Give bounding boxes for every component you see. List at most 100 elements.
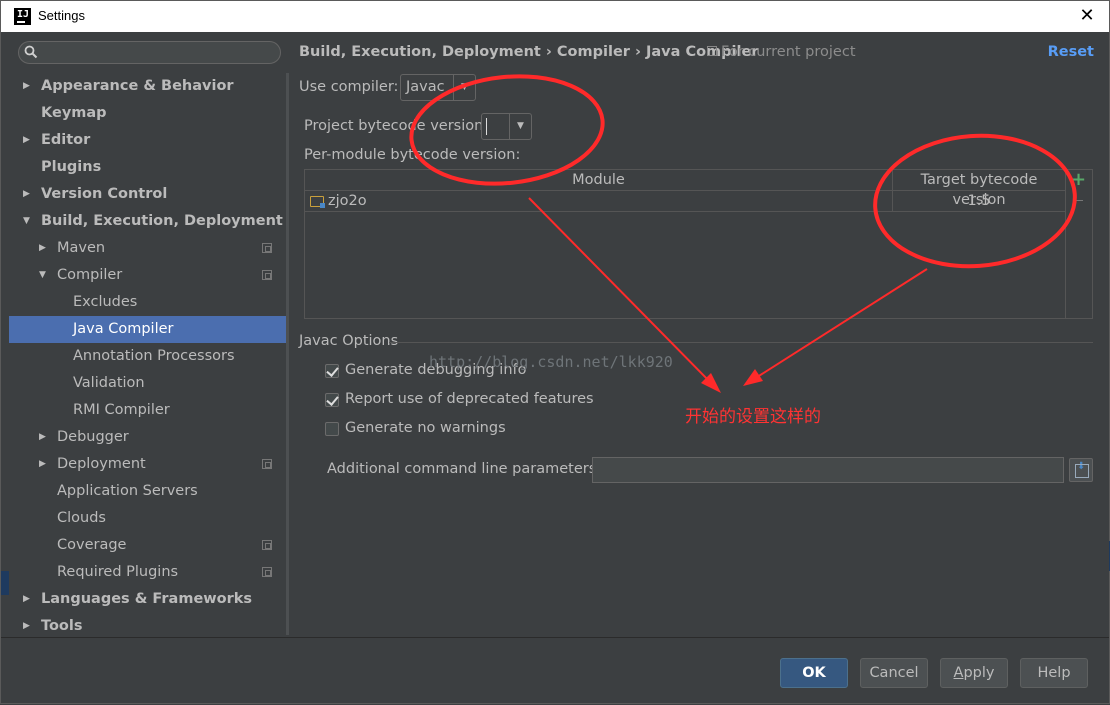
- javac-options-title: Javac Options: [299, 333, 399, 349]
- sidebar-item-label: Compiler: [57, 267, 123, 283]
- cancel-button[interactable]: Cancel: [860, 658, 928, 688]
- sidebar-item-annotation-processors[interactable]: Annotation Processors: [9, 343, 288, 370]
- search-input[interactable]: [18, 41, 281, 64]
- checkbox-checked[interactable]: [325, 364, 339, 378]
- sidebar-item-excludes[interactable]: Excludes: [9, 289, 288, 316]
- sidebar-item-label: Validation: [73, 375, 145, 391]
- module-folder-icon: [310, 196, 325, 208]
- collapsed-arrow-icon[interactable]: ▶: [39, 424, 49, 451]
- project-scope-icon: [262, 270, 272, 280]
- table-toolbar: +: [1066, 169, 1093, 319]
- sidebar-item-build-execution-deployment[interactable]: ▼ Build, Execution, Deployment: [9, 208, 288, 235]
- collapsed-arrow-icon[interactable]: ▶: [23, 613, 33, 640]
- sidebar-item-label: Java Compiler: [73, 321, 174, 337]
- checkbox-checked[interactable]: [325, 393, 339, 407]
- reset-link[interactable]: Reset: [1048, 44, 1094, 60]
- collapsed-arrow-icon[interactable]: ▶: [39, 235, 49, 262]
- sidebar-item-keymap[interactable]: Keymap: [9, 100, 288, 127]
- sidebar-item-plugins[interactable]: Plugins: [9, 154, 288, 181]
- sidebar-item-label: Application Servers: [57, 483, 198, 499]
- apply-button[interactable]: Apply: [940, 658, 1008, 688]
- checkbox-unchecked[interactable]: [325, 422, 339, 436]
- collapsed-arrow-icon[interactable]: ▶: [23, 586, 33, 613]
- collapsed-arrow-icon[interactable]: ▶: [39, 451, 49, 478]
- sidebar-item-languages-frameworks[interactable]: ▶ Languages & Frameworks: [9, 586, 288, 613]
- sidebar-item-application-servers[interactable]: Application Servers: [9, 478, 288, 505]
- annotation-note: 开始的设置这样的: [685, 407, 821, 427]
- params-input[interactable]: [592, 457, 1064, 483]
- per-module-label: Per-module bytecode version:: [304, 147, 521, 163]
- sidebar-item-label: Required Plugins: [57, 564, 179, 580]
- sidebar-item-label: Keymap: [41, 105, 107, 121]
- scope-indicator: For current project: [707, 44, 856, 60]
- project-scope-icon: [262, 243, 272, 253]
- project-scope-icon: [262, 540, 272, 550]
- sidebar-item-editor[interactable]: ▶ Editor: [9, 127, 288, 154]
- settings-sidebar: ▶ Appearance & Behavior Keymap ▶ Editor Plugi…: [9, 33, 296, 640]
- chevron-down-icon: ▼: [509, 114, 531, 139]
- sidebar-item-compiler[interactable]: ▼ Compiler: [9, 262, 288, 289]
- sidebar-item-clouds[interactable]: Clouds: [9, 505, 288, 532]
- expanded-arrow-icon[interactable]: ▼: [23, 208, 33, 235]
- sidebar-item-label: Languages & Frameworks: [41, 591, 253, 607]
- sidebar-item-label: Tools: [41, 618, 83, 634]
- main-panel: Build, Execution, Deployment › Compiler …: [289, 33, 1109, 637]
- expanded-arrow-icon[interactable]: ▼: [39, 262, 49, 289]
- project-bytecode-label: Project bytecode version:: [304, 118, 489, 134]
- scope-label: For current project: [721, 44, 856, 60]
- sidebar-item-label: Plugins: [41, 159, 102, 175]
- sidebar-item-coverage[interactable]: Coverage: [9, 532, 288, 559]
- sidebar-item-label: Coverage: [57, 537, 127, 553]
- intellij-logo-icon: [14, 8, 31, 25]
- help-button[interactable]: Help: [1020, 658, 1088, 688]
- use-compiler-select[interactable]: Javac ▼: [400, 74, 476, 101]
- sidebar-item-version-control[interactable]: ▶ Version Control: [9, 181, 288, 208]
- sidebar-item-validation[interactable]: Validation: [9, 370, 288, 397]
- sidebar-item-label: Excludes: [73, 294, 138, 310]
- sidebar-item-required-plugins[interactable]: Required Plugins: [9, 559, 288, 586]
- sidebar-item-label: Clouds: [57, 510, 106, 526]
- chevron-down-icon: ▼: [453, 75, 475, 100]
- table-row-target[interactable]: 1.5: [893, 191, 1065, 212]
- column-header-target[interactable]: Target bytecode version: [893, 170, 1065, 208]
- sidebar-item-tools[interactable]: ▶ Tools: [9, 613, 288, 640]
- project-bytecode-select[interactable]: ▼: [481, 113, 532, 140]
- sidebar-item-label: Build, Execution, Deployment: [41, 213, 283, 229]
- text-caret: [486, 118, 487, 135]
- watermark: http://blog.csdn.net/lkk920: [429, 353, 673, 371]
- sidebar-item-java-compiler[interactable]: Java Compiler: [9, 316, 288, 343]
- use-compiler-value: Javac: [406, 79, 445, 95]
- project-scope-icon: [262, 567, 272, 577]
- collapsed-arrow-icon[interactable]: ▶: [23, 73, 33, 100]
- sidebar-item-deployment[interactable]: ▶ Deployment: [9, 451, 288, 478]
- close-button[interactable]: ✕: [1077, 6, 1097, 26]
- sidebar-item-label: Deployment: [57, 456, 146, 472]
- sidebar-item-label: Annotation Processors: [73, 348, 235, 364]
- sidebar-item-label: Debugger: [57, 429, 129, 445]
- settings-window: Settings ✕ ▶Appearance & BehaviorKeymap▶…: [0, 0, 1110, 704]
- checkbox-label: Generate no warnings: [345, 420, 506, 436]
- search-icon: [24, 45, 38, 59]
- sidebar-item-label: RMI Compiler: [73, 402, 170, 418]
- collapsed-arrow-icon[interactable]: ▶: [23, 181, 33, 208]
- collapsed-arrow-icon[interactable]: ▶: [23, 127, 33, 154]
- sidebar-item-debugger[interactable]: ▶ Debugger: [9, 424, 288, 451]
- use-compiler-label: Use compiler:: [299, 79, 399, 95]
- project-scope-icon: [262, 459, 272, 469]
- table-row-module[interactable]: zjo2o: [305, 191, 893, 212]
- column-header-module[interactable]: Module: [305, 170, 893, 191]
- add-icon[interactable]: +: [1071, 171, 1086, 189]
- title-bar: Settings ✕: [1, 1, 1109, 32]
- sidebar-item-rmi-compiler[interactable]: RMI Compiler: [9, 397, 288, 424]
- checkbox-label: Report use of deprecated features: [345, 391, 594, 407]
- remove-icon[interactable]: [1074, 200, 1083, 201]
- ok-button[interactable]: OK: [780, 658, 848, 688]
- project-scope-icon: [707, 46, 717, 56]
- sidebar-item-maven[interactable]: ▶ Maven: [9, 235, 288, 262]
- sidebar-item-appearance-behavior[interactable]: ▶ Appearance & Behavior: [9, 73, 288, 100]
- sidebar-item-label: Maven: [57, 240, 106, 256]
- breadcrumb: Build, Execution, Deployment › Compiler …: [299, 44, 759, 60]
- expand-params-button[interactable]: [1069, 458, 1093, 482]
- window-title: Settings: [38, 8, 85, 23]
- module-bytecode-table: Module Target bytecode version zjo2o 1.5: [304, 169, 1066, 319]
